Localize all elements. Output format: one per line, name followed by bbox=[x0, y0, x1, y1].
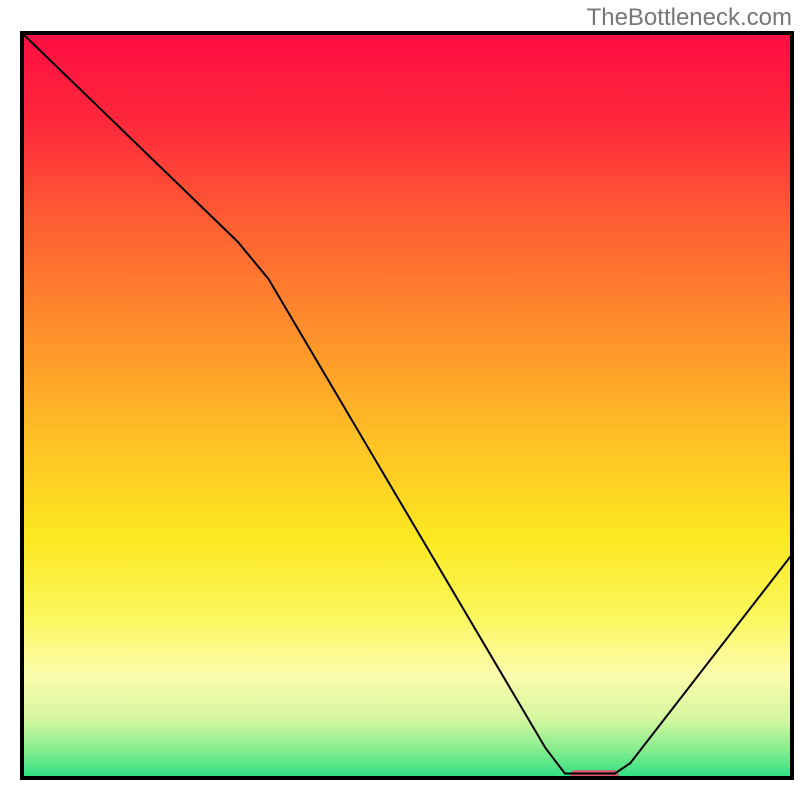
watermark-text: TheBottleneck.com bbox=[587, 4, 792, 32]
bottleneck-chart bbox=[0, 0, 800, 800]
chart-container: TheBottleneck.com bbox=[0, 0, 800, 800]
